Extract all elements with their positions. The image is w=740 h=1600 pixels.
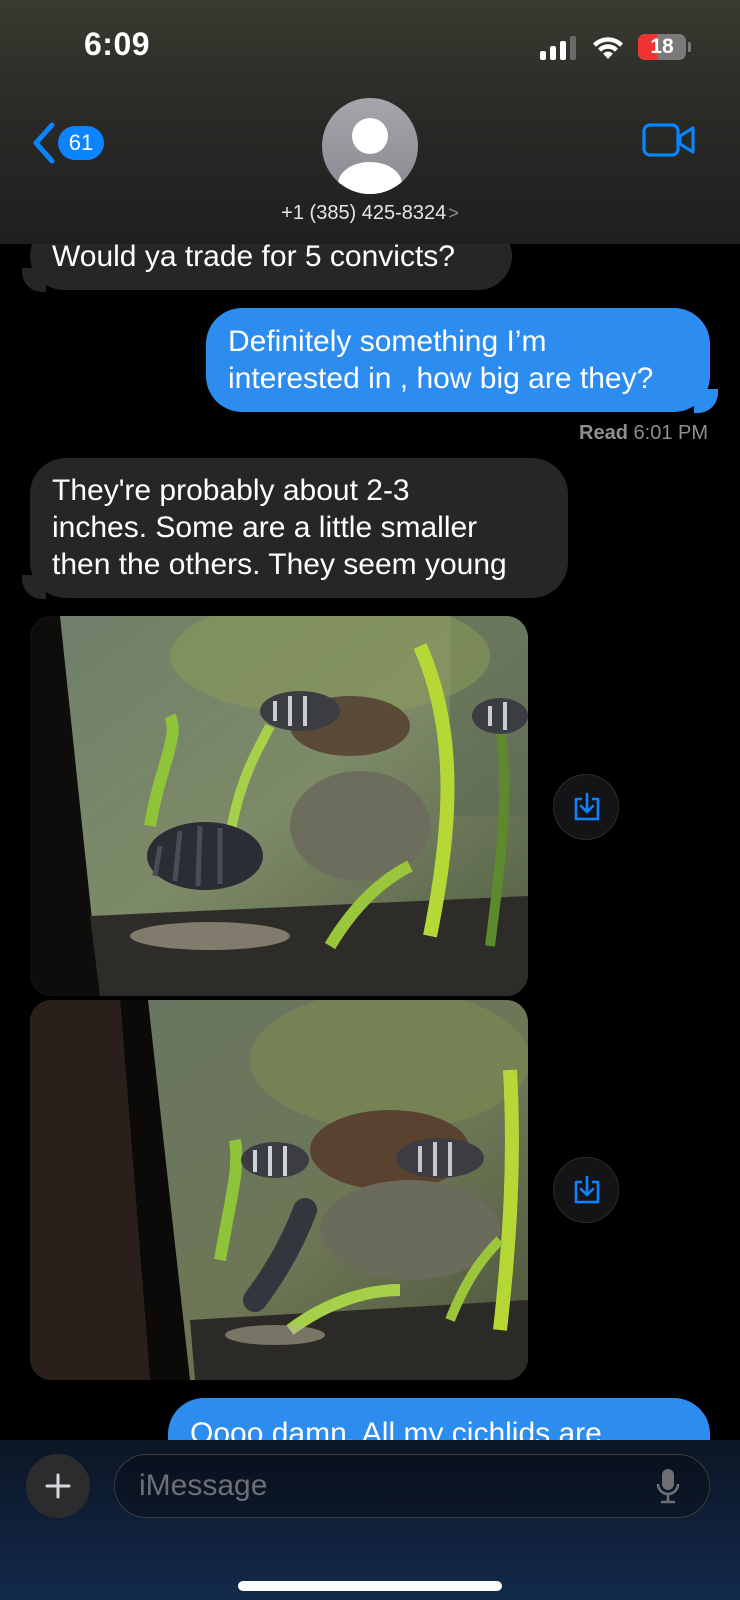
conversation-header: 6:09 18 61 +1 (385) 425-8324 > bbox=[0, 0, 740, 244]
status-time: 6:09 bbox=[84, 26, 151, 62]
battery-level: 18 bbox=[650, 35, 674, 58]
chevron-right-icon: > bbox=[448, 203, 459, 223]
message-line: then the others. They seem young bbox=[52, 548, 507, 581]
message-line: Definitely something I’m bbox=[228, 325, 547, 358]
add-attachment-button[interactable] bbox=[26, 1454, 90, 1518]
wifi-icon bbox=[593, 37, 623, 59]
aquarium-photo bbox=[30, 616, 528, 996]
aquarium-photo bbox=[30, 1000, 528, 1380]
message-composer bbox=[0, 1440, 740, 1600]
photo-attachment[interactable] bbox=[30, 1000, 528, 1380]
download-icon bbox=[574, 792, 600, 821]
contact-title[interactable]: +1 (385) 425-8324 > bbox=[0, 202, 740, 225]
read-time: 6:01 PM bbox=[633, 422, 708, 444]
battery-indicator: 18 bbox=[638, 34, 686, 60]
save-photo-button[interactable] bbox=[553, 1157, 619, 1223]
plus-icon bbox=[45, 1473, 71, 1499]
message-line: They're probably about 2-3 bbox=[52, 474, 410, 507]
battery-nub bbox=[688, 42, 691, 52]
video-camera-icon[interactable] bbox=[642, 122, 696, 158]
read-receipt: Read 6:01 PM bbox=[579, 422, 708, 445]
message-text: Would ya trade for 5 convicts? bbox=[52, 240, 455, 273]
message-line: inches. Some are a little smaller bbox=[52, 511, 478, 544]
unread-count-badge[interactable]: 61 bbox=[58, 126, 104, 160]
chevron-left-icon[interactable] bbox=[30, 120, 58, 166]
contact-avatar[interactable] bbox=[322, 98, 418, 194]
home-indicator[interactable] bbox=[238, 1581, 502, 1591]
message-bubble-incoming[interactable]: They're probably about 2-3 inches. Some … bbox=[30, 458, 568, 598]
imessage-input[interactable] bbox=[114, 1454, 710, 1518]
download-icon bbox=[574, 1175, 600, 1204]
contact-number: +1 (385) 425-8324 bbox=[281, 202, 447, 224]
message-line: interested in , how big are they? bbox=[228, 362, 654, 395]
photo-attachment[interactable] bbox=[30, 616, 528, 996]
save-photo-button[interactable] bbox=[553, 774, 619, 840]
read-label: Read bbox=[579, 422, 628, 444]
person-icon bbox=[338, 118, 402, 194]
microphone-icon[interactable] bbox=[656, 1468, 680, 1504]
cellular-signal-icon bbox=[540, 36, 580, 60]
message-bubble-outgoing[interactable]: Definitely something I’m interested in ,… bbox=[206, 308, 710, 412]
